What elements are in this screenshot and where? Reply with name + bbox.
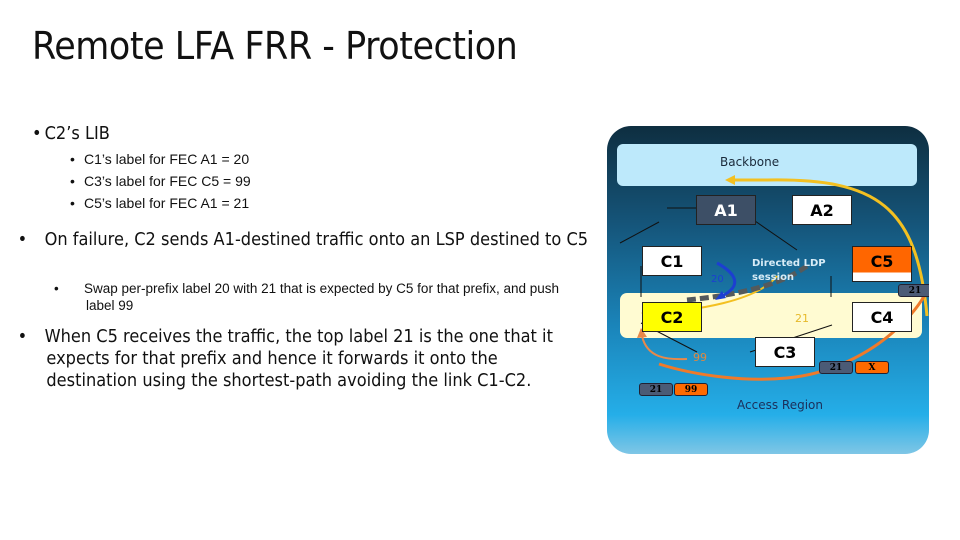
node-c5: C5	[852, 246, 912, 282]
label-99: 99	[693, 351, 707, 364]
yellow-arrowhead-a1	[725, 175, 735, 185]
lib-item-1: • C1’s label for FEC A1 = 20	[70, 151, 250, 167]
node-c3: C3	[755, 337, 815, 367]
lib-item-2: • C3’s label for FEC C5 = 99	[70, 173, 251, 189]
bullet-failure-sub: • Swap per-prefix label 20 with 21 that i…	[54, 281, 560, 313]
label-tag-c3-x: X	[855, 361, 889, 374]
label-tag-c5-21: 21	[898, 284, 929, 297]
node-a1: A1	[696, 195, 756, 225]
node-a2: A2	[792, 195, 852, 225]
slide-title: Remote LFA FRR - Protection	[32, 24, 518, 68]
link-a1-c1	[619, 221, 660, 244]
directed-ldp-session-label: Directed LDP session	[752, 258, 826, 283]
label-20: 20	[711, 274, 724, 285]
node-c2: C2	[642, 302, 702, 332]
lib-item-3: • C5’s label for FEC A1 = 21	[70, 195, 250, 211]
label-tag-c3-21: 21	[819, 361, 853, 374]
label-tag-c2-21: 21	[639, 383, 673, 396]
node-c4: C4	[852, 302, 912, 332]
bullet-lib-heading: • C2’s LIB	[32, 123, 110, 144]
network-diagram: Backbone A1 A2 C1 C2 C3 C4 C5 Directed L…	[607, 126, 929, 454]
bullet-failure: • On failure, C2 sends A1-destined traffi…	[17, 229, 589, 250]
bullet-receive: • When C5 receives the traffic, the top l…	[17, 326, 553, 391]
label-tag-c2-99: 99	[674, 383, 708, 396]
access-region-label: Access Region	[737, 398, 823, 412]
node-c1: C1	[642, 246, 702, 276]
link-a2-c5	[754, 220, 798, 251]
orange-path-c3-c2	[641, 335, 688, 361]
label-21: 21	[795, 312, 809, 325]
